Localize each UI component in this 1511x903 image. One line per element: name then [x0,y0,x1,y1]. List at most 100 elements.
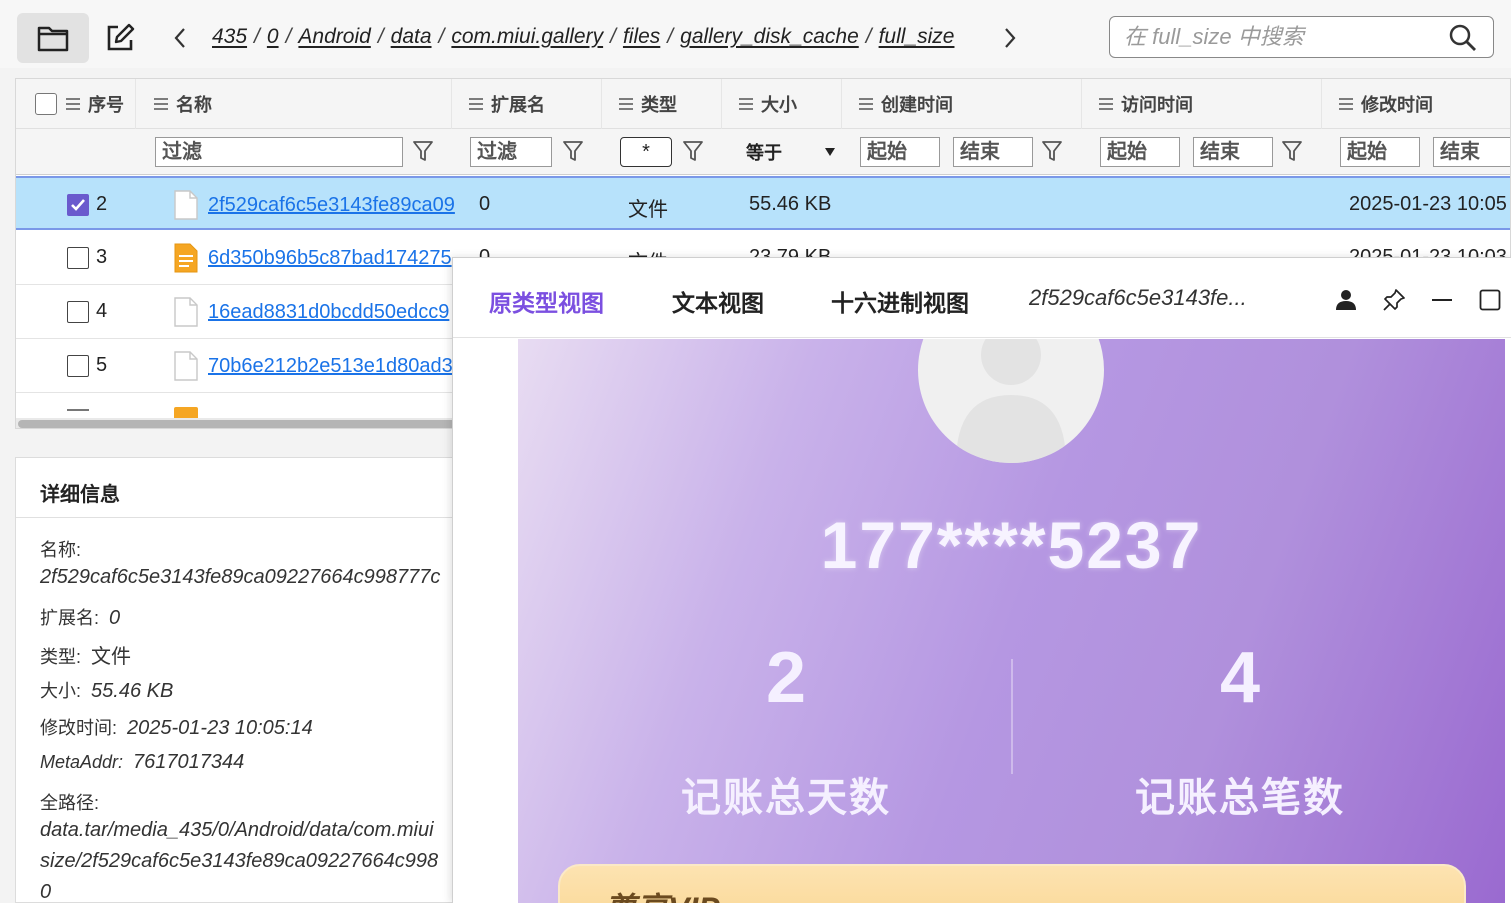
row-checkbox[interactable] [67,301,89,323]
list-icon [859,98,873,110]
column-header-type[interactable]: 类型 [619,79,722,129]
row-checkbox[interactable] [67,355,89,377]
row-index: 2 [96,193,108,215]
column-header-name[interactable]: 名称 [154,79,452,129]
filter-icon[interactable] [1281,139,1303,163]
list-icon [1099,98,1113,110]
search-icon[interactable] [1449,24,1477,57]
detail-ext-value: 0 [109,607,121,629]
default-avatar-icon [956,339,1066,463]
accessed-end-input[interactable]: 结束 [1193,137,1273,167]
file-name-link[interactable]: 6d350b96b5c87bad174275 [208,247,452,270]
column-header-accessed[interactable]: 访问时间 [1099,79,1322,129]
details-panel: 详细信息 名称: 2f529caf6c5e3143fe89ca09227664c… [15,457,455,903]
folder-view-button[interactable] [17,13,89,63]
maximize-icon[interactable] [1476,286,1504,314]
breadcrumb-item[interactable]: Android [298,25,370,48]
created-end-input[interactable]: 结束 [953,137,1033,167]
detail-path-line: 0 [40,881,52,903]
preview-file-name: 2f529caf6c5e3143fe... [1029,285,1247,310]
file-doc-orange-icon [174,243,198,273]
nav-forward-button[interactable] [995,22,1025,54]
detail-type: 类型: 文件 [40,646,132,668]
preview-window: 原类型视图 文本视图 十六进制视图 2f529caf6c5e3143fe... … [452,257,1511,903]
vip-card: 尊享VIP [558,864,1466,903]
filter-icon[interactable] [562,139,584,163]
detail-mtime-value: 2025-01-23 10:05:14 [127,717,313,739]
row-checkbox[interactable] [67,247,89,269]
file-size: 55.46 KB [749,193,832,215]
select-all-checkbox[interactable] [35,93,57,115]
stat-entries-value: 4 [1219,638,1261,718]
breadcrumb-item[interactable]: gallery_disk_cache [680,25,859,48]
breadcrumb-item[interactable]: 435 [212,25,247,48]
divider [16,517,454,518]
filter-icon[interactable] [682,139,704,163]
column-header-ext[interactable]: 扩展名 [469,79,602,129]
list-icon [154,98,168,110]
modified-start-input[interactable]: 起始 [1340,137,1420,167]
size-operator-select[interactable]: 等于 [746,139,782,165]
name-filter-input[interactable]: 过滤 [155,137,403,167]
edit-icon [107,23,135,51]
minimize-icon[interactable] [1428,286,1456,314]
column-header-size[interactable]: 大小 [739,79,842,129]
file-blank-icon [174,190,198,220]
search-input[interactable] [1124,23,1434,51]
file-name-link[interactable]: 16ead8831d0bcdd50edcc9 [208,301,449,324]
nav-back-button[interactable] [165,22,195,54]
file-name-link[interactable]: 2f529caf6c5e3143fe89ca09 [208,194,455,217]
search-box [1109,16,1494,58]
row-checkbox[interactable] [67,194,89,216]
scrollbar-thumb[interactable] [18,420,458,428]
type-filter-input[interactable]: * [620,137,672,167]
filter-icon[interactable] [412,139,434,163]
breadcrumb-item[interactable]: full_size [879,25,955,48]
breadcrumb-item[interactable]: 0 [267,25,279,48]
user-icon[interactable] [1332,286,1360,314]
accessed-start-input[interactable]: 起始 [1100,137,1180,167]
list-icon [739,98,753,110]
breadcrumb-item[interactable]: com.miui.gallery [451,25,603,48]
detail-ext: 扩展名: 0 [40,607,121,629]
edit-path-button[interactable] [88,13,152,63]
detail-meta: MetaAddr: 7617017344 [40,751,245,773]
tab-hex-view[interactable]: 十六进制视图 [831,284,969,318]
ext-filter-input[interactable]: 过滤 [470,137,552,167]
list-icon [469,98,483,110]
file-modified: 2025-01-23 10:05 [1349,193,1507,215]
breadcrumb-item[interactable]: files [623,25,660,48]
detail-meta-value: 7617017344 [133,751,245,773]
column-header-modified[interactable]: 修改时间 [1339,79,1510,129]
breadcrumb-item[interactable]: data [391,25,432,48]
tab-text-view[interactable]: 文本视图 [672,284,764,318]
pin-icon[interactable] [1380,286,1408,314]
list-icon [619,98,633,110]
table-header: 序号 名称 扩展名 类型 大小 创建时间 访问时间 修改时间 [16,79,1510,129]
toolbar: 435/0/Android / data / com.miui.gallery / file… [0,0,1511,68]
tab-native-view[interactable]: 原类型视图 [489,284,604,318]
dropdown-arrow-icon[interactable] [824,147,836,157]
file-name-link[interactable]: 70b6e212b2e513e1d80ad3 [208,355,453,378]
table-row[interactable]: 2 2f529caf6c5e3143fe89ca09 0 文件 55.46 KB… [16,176,1510,230]
detail-path-label: 全路径: [40,793,100,813]
detail-type-value: 文件 [91,646,132,668]
file-blank-icon [174,351,198,381]
avatar [918,339,1104,463]
stat-days-label: 记账总天数 [681,776,891,820]
stat-entries-label: 记账总笔数 [1135,776,1345,820]
file-ext: 0 [479,193,491,215]
modified-end-input[interactable]: 结束 [1433,137,1510,167]
created-start-input[interactable]: 起始 [860,137,940,167]
filter-icon[interactable] [1041,139,1063,163]
row-index: 4 [96,300,108,322]
detail-mtime: 修改时间: 2025-01-23 10:05:14 [40,717,313,739]
list-icon [1339,98,1353,110]
file-blank-icon [174,297,198,327]
list-icon [66,98,80,110]
folder-icon [37,26,69,52]
row-checkbox[interactable] [67,409,89,411]
column-header-index[interactable]: 序号 [66,79,136,129]
column-header-created[interactable]: 创建时间 [859,79,1082,129]
breadcrumb: 435/0/Android / data / com.miui.gallery / file… [212,25,955,48]
